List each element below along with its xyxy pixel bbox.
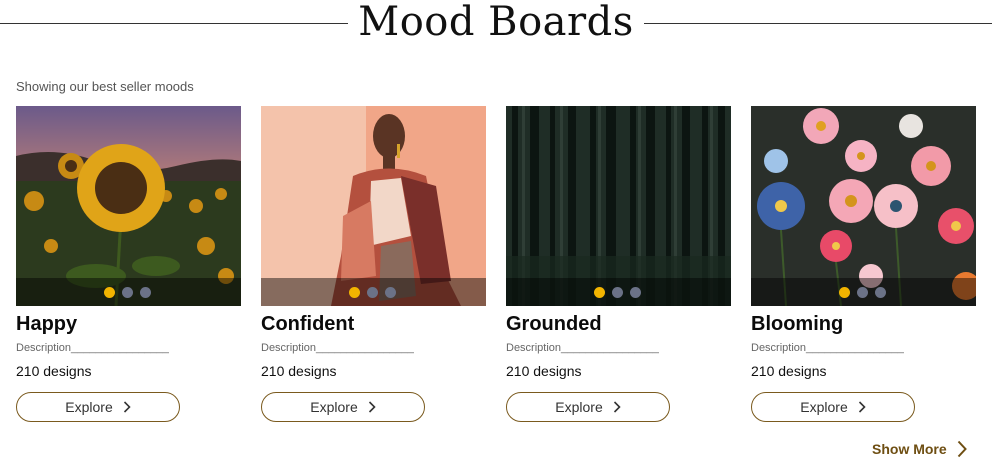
mood-image-illustration[interactable] <box>261 106 486 306</box>
carousel-dot-3[interactable] <box>140 287 151 298</box>
carousel-dot-2[interactable] <box>367 287 378 298</box>
explore-button-label: Explore <box>65 399 113 415</box>
chevron-right-icon <box>613 401 621 413</box>
design-count: 210 designs <box>261 363 337 379</box>
mood-card-grounded[interactable]: Grounded Description________________ 210… <box>506 106 731 426</box>
carousel-dot-1[interactable] <box>349 287 360 298</box>
explore-button[interactable]: Explore <box>751 392 915 422</box>
carousel-dot-3[interactable] <box>630 287 641 298</box>
section-header: Mood Boards <box>0 0 992 48</box>
mood-image-flowers[interactable] <box>751 106 976 306</box>
card-title: Happy <box>16 313 78 335</box>
design-count: 210 designs <box>751 363 827 379</box>
mood-card-blooming[interactable]: Blooming Description________________ 210… <box>751 106 976 426</box>
mood-card-confident[interactable]: Confident Description________________ 21… <box>261 106 486 426</box>
explore-button-label: Explore <box>555 399 603 415</box>
card-title: Confident <box>261 313 355 335</box>
card-description: Description________________ <box>506 342 659 354</box>
mood-image-sunflower[interactable] <box>16 106 241 306</box>
show-more-label: Show More <box>872 441 947 457</box>
show-more-link[interactable]: Show More <box>872 440 967 458</box>
page-title: Mood Boards <box>358 0 634 45</box>
carousel-dots <box>506 278 731 306</box>
carousel-dot-2[interactable] <box>612 287 623 298</box>
card-description: Description________________ <box>261 342 414 354</box>
carousel-dot-3[interactable] <box>875 287 886 298</box>
card-description: Description________________ <box>16 342 169 354</box>
card-title: Grounded <box>506 313 602 335</box>
chevron-right-icon <box>957 440 967 458</box>
card-description: Description________________ <box>751 342 904 354</box>
design-count: 210 designs <box>16 363 92 379</box>
card-title: Blooming <box>751 313 844 335</box>
chevron-right-icon <box>123 401 131 413</box>
explore-button-label: Explore <box>800 399 848 415</box>
mood-image-forest[interactable] <box>506 106 731 306</box>
carousel-dot-1[interactable] <box>594 287 605 298</box>
explore-button[interactable]: Explore <box>261 392 425 422</box>
design-count: 210 designs <box>506 363 582 379</box>
carousel-dot-1[interactable] <box>839 287 850 298</box>
explore-button-label: Explore <box>310 399 358 415</box>
chevron-right-icon <box>858 401 866 413</box>
header-divider-right <box>644 23 992 24</box>
carousel-dot-1[interactable] <box>104 287 115 298</box>
header-divider-left <box>0 23 348 24</box>
carousel-dots <box>16 278 241 306</box>
carousel-dot-2[interactable] <box>857 287 868 298</box>
carousel-dot-2[interactable] <box>122 287 133 298</box>
carousel-dots <box>751 278 976 306</box>
explore-button[interactable]: Explore <box>16 392 180 422</box>
explore-button[interactable]: Explore <box>506 392 670 422</box>
mood-card-happy[interactable]: Happy Description________________ 210 de… <box>16 106 241 426</box>
carousel-dot-3[interactable] <box>385 287 396 298</box>
section-subtitle: Showing our best seller moods <box>16 79 194 94</box>
chevron-right-icon <box>368 401 376 413</box>
carousel-dots <box>261 278 486 306</box>
